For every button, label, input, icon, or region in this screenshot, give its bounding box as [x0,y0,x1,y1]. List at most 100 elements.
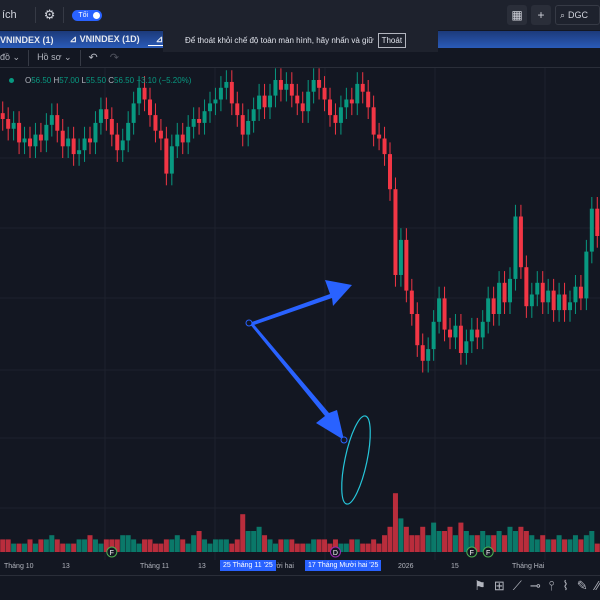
volume-bar [409,535,415,552]
volume-bar [523,531,529,552]
volume-bar [240,514,246,552]
candle [355,83,360,104]
chart-menu[interactable]: đồ ⌄ [0,52,20,63]
candle [486,298,491,322]
path-tool-icon[interactable]: ⌇ [562,578,568,594]
candle [333,115,338,123]
candle [208,103,212,112]
arrow-anchor-handle [340,436,348,444]
status-dot [9,78,14,83]
volume-bar [98,543,104,552]
candle [568,302,572,311]
tab-vnindex-1d[interactable]: ⊿ VNINDEX (1D) [62,34,148,45]
volume-bar [551,539,557,552]
price-chart[interactable]: FDFF [0,68,600,560]
candle [409,290,414,314]
volume-bar [22,543,28,552]
volume-bar [562,539,568,552]
volume-bar [163,539,169,552]
candle [404,239,409,291]
candle [197,119,202,123]
candle [551,290,556,311]
volume-bar [65,543,71,552]
vertical-line-icon[interactable]: ⫯ [549,578,555,594]
candle [524,267,529,307]
horizontal-line-icon[interactable]: ⊸ [530,578,541,594]
candle [273,80,278,96]
candle [589,208,594,252]
candle [180,134,185,143]
candle [573,286,578,303]
layout-grid-icon[interactable]: ▦ [507,5,527,25]
volume-bar [403,526,409,552]
event-marker-label: D [333,550,338,557]
gear-icon[interactable]: ⚙ [44,7,56,23]
volume-bar [376,543,382,552]
volume-bar [305,543,311,552]
volume-bar [398,518,404,552]
volume-bar [125,535,131,552]
divider [34,7,36,23]
candle [137,87,142,104]
volume-bar [496,531,502,552]
candle [38,134,43,141]
top-left-label[interactable]: ích [0,9,17,21]
candle [328,99,332,116]
candle [366,91,371,108]
candle [11,122,16,129]
candle [453,325,458,338]
theme-toggle[interactable]: Tối [72,9,103,21]
volume-bar [589,531,595,552]
candle [17,122,22,143]
theme-toggle-label: Tối [78,11,89,19]
volume-bar [196,531,202,552]
candle [377,134,382,139]
volume-bar [458,522,464,552]
profile-menu[interactable]: Hồ sơ ⌄ [37,52,71,63]
candle [268,95,272,108]
measure-icon[interactable]: ⁄⁄ [596,578,600,594]
banner-text: Để thoát khỏi chế độ toàn màn hình, hãy … [185,35,374,45]
volume-bar [294,543,300,552]
redo-icon[interactable]: ↷ [110,51,119,64]
candle [584,251,589,299]
candle [393,189,398,275]
plus-icon[interactable]: + [531,5,551,25]
volume-bar [365,543,371,552]
volume-bar [572,535,578,552]
grid-tool-icon[interactable]: ⊞ [494,578,505,594]
trendline-icon[interactable]: ⟋ [513,578,522,594]
candle [191,119,196,127]
exit-fullscreen-button[interactable]: Thoát [377,32,407,48]
brush-icon[interactable]: ✎ [577,578,588,594]
time-axis[interactable]: Tháng 10 13 Tháng 11 13 Mười hai 2026 15… [0,560,600,575]
x-tick: 13 [198,563,206,570]
candle [213,99,218,104]
volume-bar [545,539,551,552]
candle [115,134,120,151]
volume-bar [447,526,453,552]
volume-bar [387,526,393,552]
x-tick: Tháng 10 [4,563,34,570]
volume-bar [512,531,518,552]
volume-bar [431,522,437,552]
volume-bar [316,539,322,552]
candle [513,216,518,279]
event-marker-label: F [110,550,114,557]
symbol-search[interactable]: ⌕ DGC [555,5,600,25]
candle [360,83,365,92]
candle [317,80,322,88]
tab-vnindex-1[interactable]: VNINDEX (1) [0,35,62,45]
profile-label: Hồ sơ [37,52,62,62]
candle [153,115,158,131]
undo-icon[interactable]: ↶ [89,51,98,64]
drawn-arrow [249,280,352,326]
candle [388,154,392,190]
fib-tool-icon[interactable]: ⚑ [474,578,486,594]
fullscreen-banner: Để thoát khỏi chế độ toàn màn hình, hãy … [163,28,438,52]
candle [60,130,65,147]
candle [251,109,256,121]
candle [98,109,103,123]
candle [82,138,87,151]
volume-bar [76,539,82,552]
